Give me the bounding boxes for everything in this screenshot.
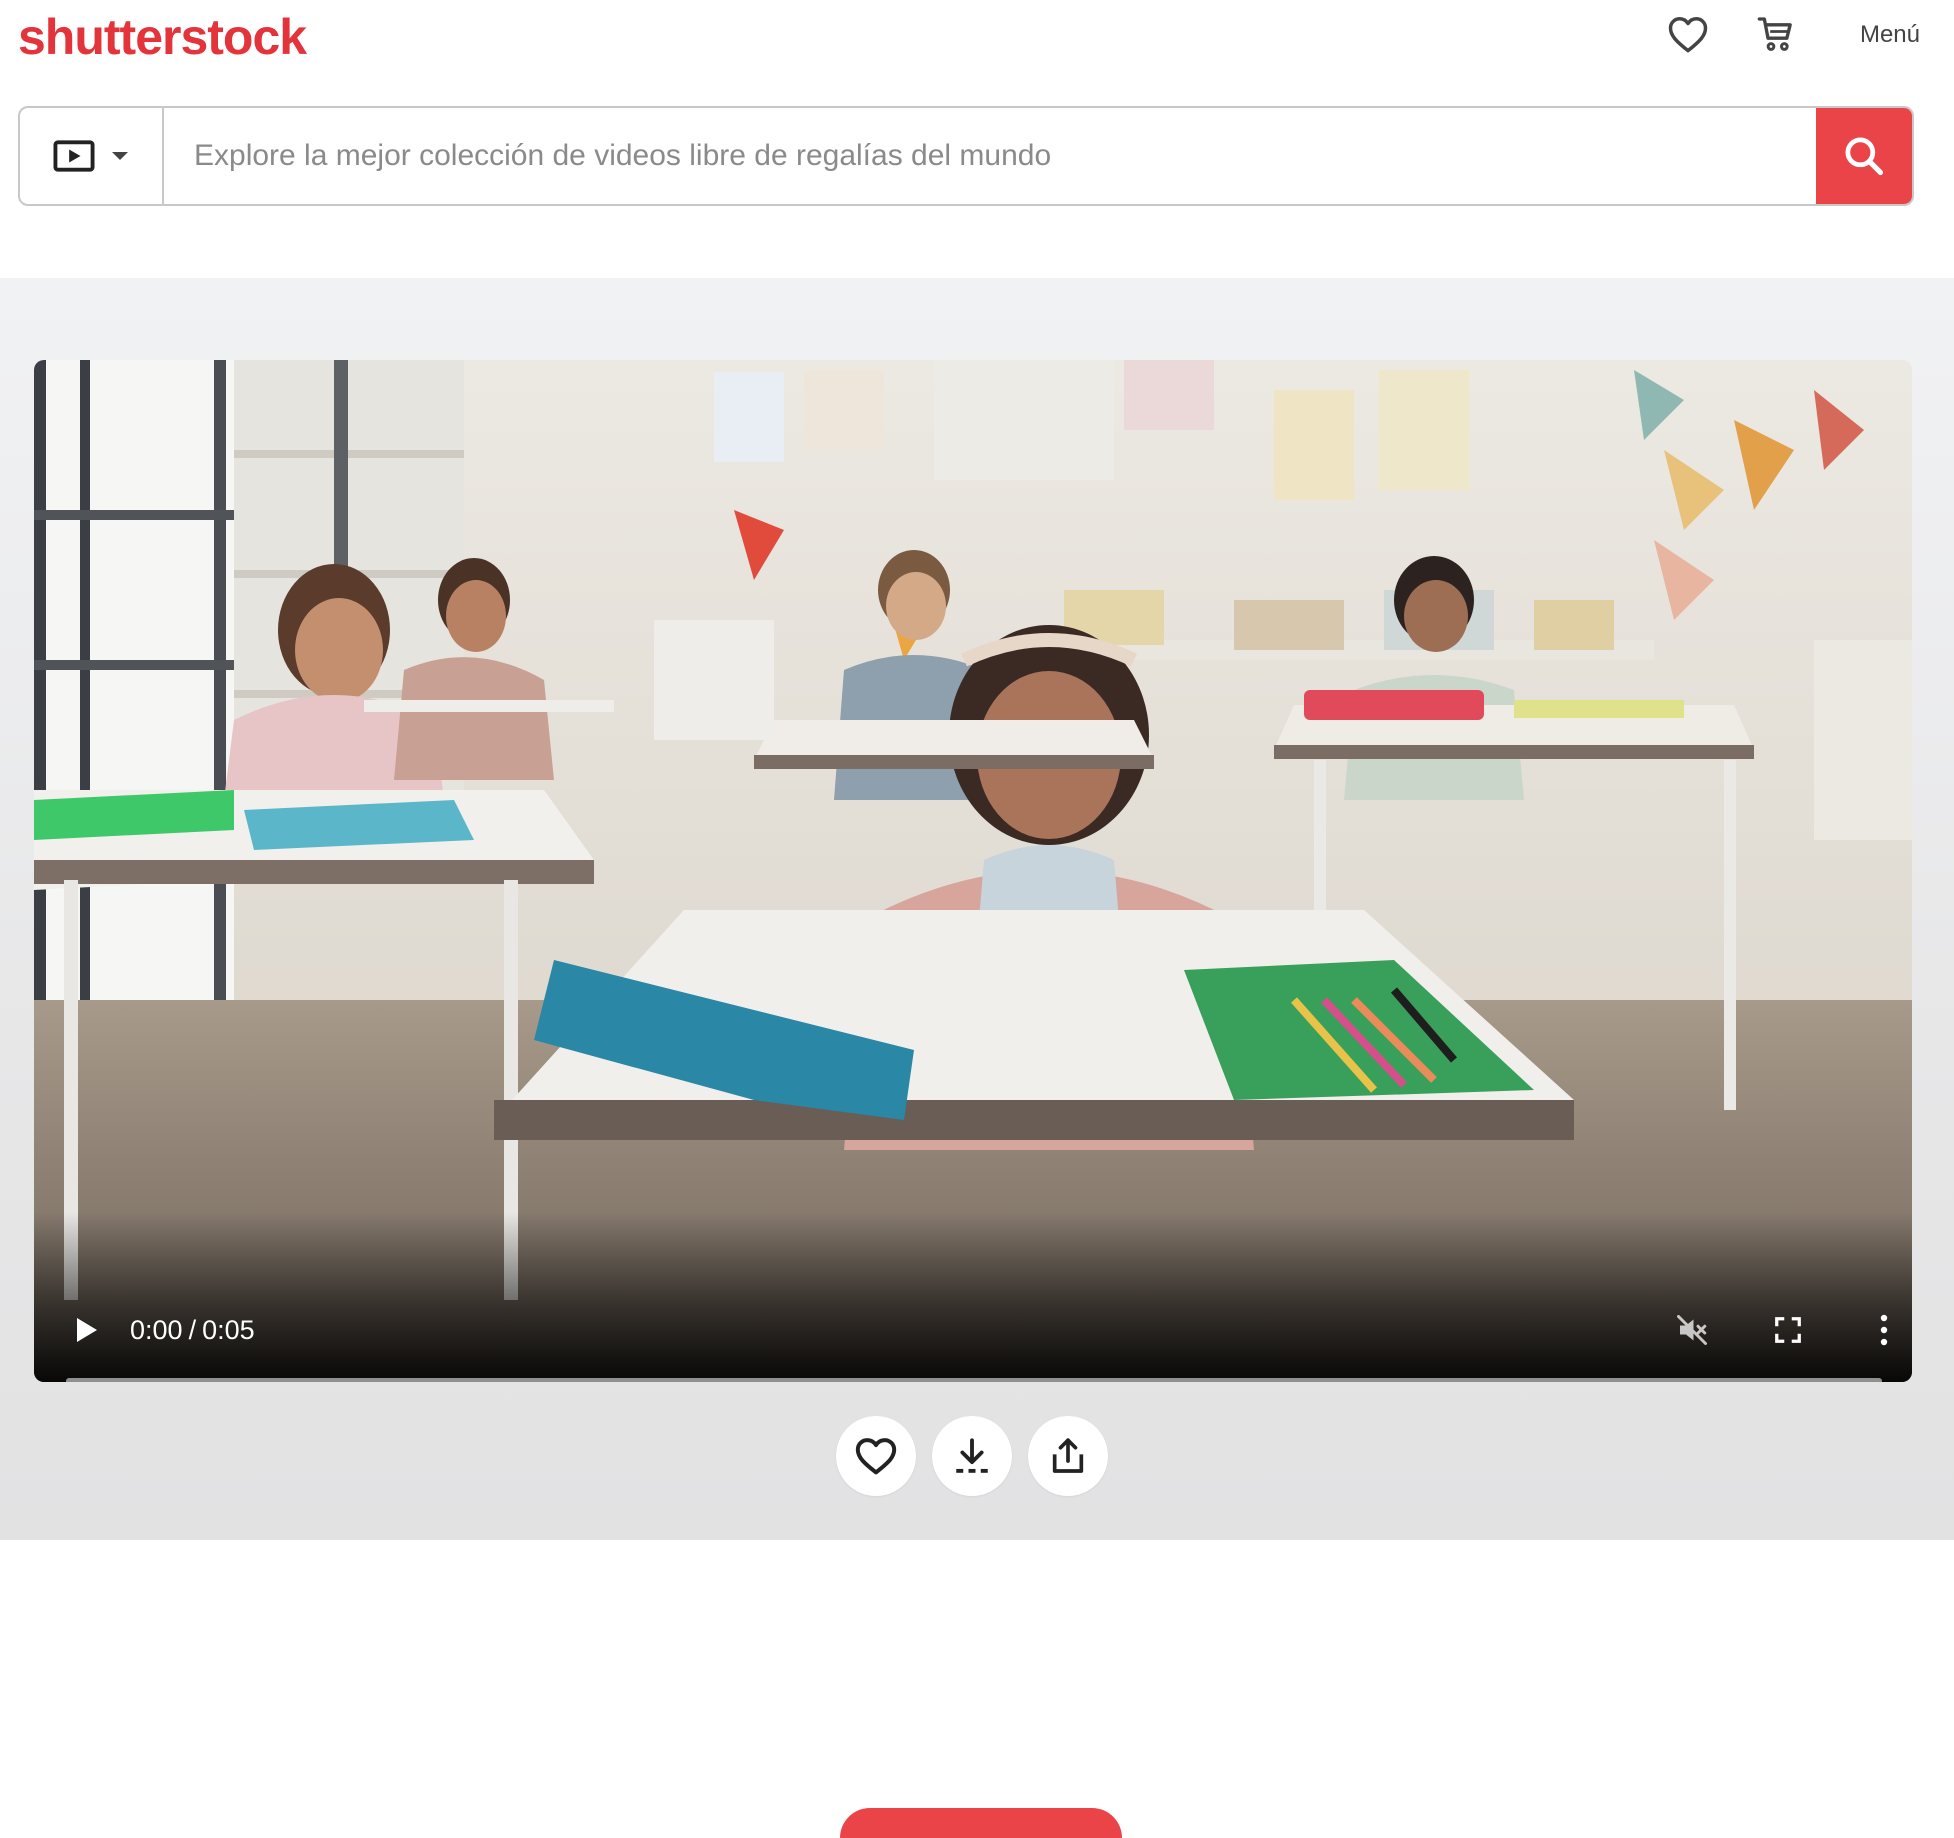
time-separator: / (188, 1315, 197, 1345)
video-player[interactable]: 0:00/0:05 (34, 360, 1912, 1382)
shutterstock-logo[interactable]: shutterstock (18, 8, 307, 66)
search-input[interactable] (166, 108, 1814, 204)
duration: 0:05 (202, 1315, 255, 1345)
fullscreen-icon (1775, 1317, 1801, 1343)
fullscreen-button[interactable] (1768, 1310, 1808, 1350)
heart-outline-icon (1668, 17, 1708, 53)
more-vertical-icon (1880, 1314, 1888, 1346)
mute-button[interactable] (1672, 1310, 1712, 1350)
current-time: 0:00 (130, 1315, 183, 1345)
play-button[interactable] (68, 1312, 104, 1348)
media-type-selector[interactable] (20, 108, 164, 204)
video-play-icon (53, 140, 95, 172)
menu-button[interactable]: Menú (1840, 18, 1940, 52)
progress-bar[interactable] (66, 1378, 1882, 1382)
site-header: shutterstock Menú (0, 0, 1954, 278)
heart-outline-icon (855, 1438, 897, 1475)
volume-muted-icon (1677, 1315, 1707, 1345)
play-icon (77, 1318, 97, 1342)
download-icon (956, 1438, 988, 1473)
share-icon (1052, 1438, 1084, 1473)
search-icon (1845, 137, 1884, 176)
favorite-button[interactable] (836, 1416, 916, 1496)
download-button[interactable] (932, 1416, 1012, 1496)
video-stage: 0:00/0:05 (0, 278, 1954, 1838)
cart-button[interactable] (1752, 10, 1800, 58)
favorites-button[interactable] (1664, 10, 1712, 58)
search-bar (18, 106, 1914, 206)
share-button[interactable] (1028, 1416, 1108, 1496)
primary-cta-button[interactable] (840, 1808, 1122, 1838)
playback-time: 0:00/0:05 (130, 1312, 255, 1348)
more-options-button[interactable] (1864, 1310, 1904, 1350)
caret-down-icon (112, 152, 128, 160)
search-submit-button[interactable] (1816, 108, 1912, 204)
shopping-cart-icon (1757, 17, 1792, 51)
controls-overlay (34, 1212, 1912, 1382)
